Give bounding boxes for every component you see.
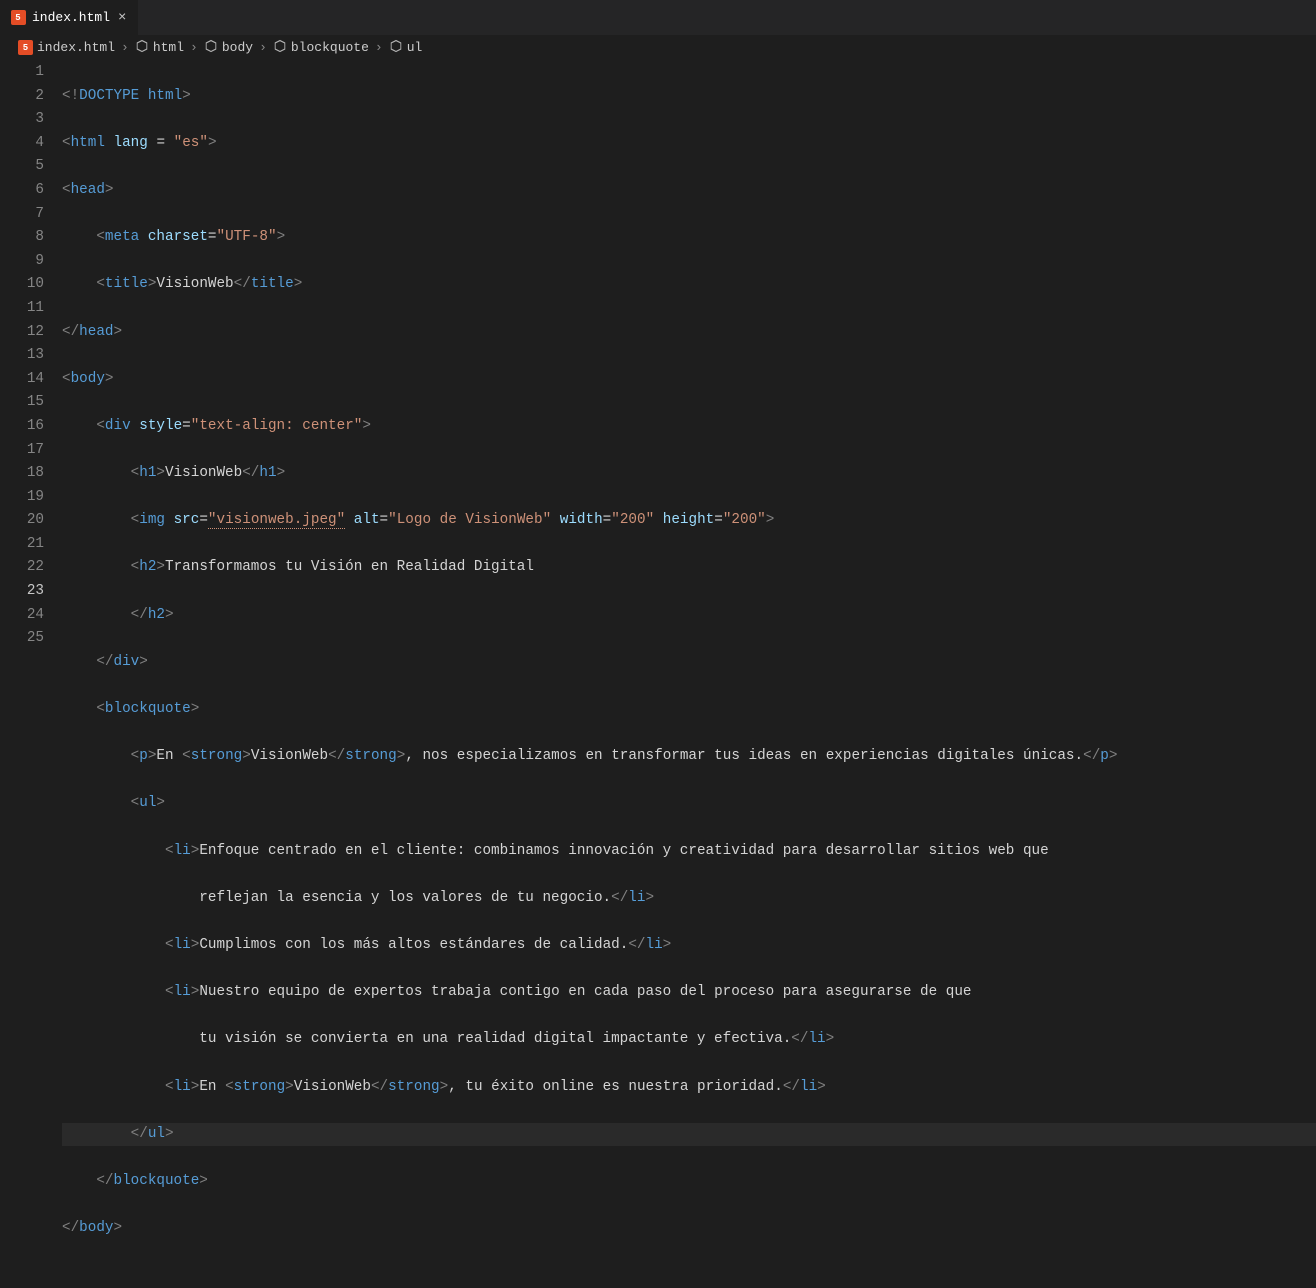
code-line: </div> [62, 651, 1316, 675]
breadcrumb-file[interactable]: 5 index.html [18, 40, 115, 55]
code-line: <div style="text-align: center"> [62, 415, 1316, 439]
code-line-active: </ul> [62, 1123, 1316, 1147]
tab-filename: index.html [32, 10, 110, 25]
cube-icon [135, 39, 149, 57]
line-number: 7 [0, 203, 44, 227]
chevron-right-icon: › [257, 40, 269, 55]
code-line: <!DOCTYPE html> [62, 85, 1316, 109]
breadcrumb-ul[interactable]: ul [389, 39, 423, 57]
code-line: <p>En <strong>VisionWeb</strong>, nos es… [62, 745, 1316, 769]
code-line: </blockquote> [62, 1170, 1316, 1194]
line-number: 21 [0, 533, 44, 557]
line-number: 16 [0, 415, 44, 439]
chevron-right-icon: › [373, 40, 385, 55]
editor-tab[interactable]: 5 index.html × [0, 0, 139, 35]
code-line: </h2> [62, 604, 1316, 628]
line-number: 5 [0, 155, 44, 179]
code-line: <html lang = "es"> [62, 132, 1316, 156]
code-line: <h2>Transformamos tu Visión en Realidad … [62, 556, 1316, 580]
code-line: </head> [62, 321, 1316, 345]
breadcrumbs[interactable]: 5 index.html › html › body › blockquote … [0, 35, 1316, 61]
line-number: 8 [0, 226, 44, 250]
code-line: <ul> [62, 792, 1316, 816]
line-number: 14 [0, 368, 44, 392]
line-number: 23 [0, 580, 44, 604]
code-line: <blockquote> [62, 698, 1316, 722]
cube-icon [204, 39, 218, 57]
code-line: <img src="visionweb.jpeg" alt="Logo de V… [62, 509, 1316, 533]
html5-icon: 5 [18, 40, 33, 55]
close-icon[interactable]: × [116, 10, 128, 26]
line-number: 9 [0, 250, 44, 274]
line-number: 12 [0, 321, 44, 345]
code-editor[interactable]: 1234567891011121314151617181920212223242… [0, 61, 1316, 1288]
breadcrumb-label: blockquote [291, 40, 369, 55]
chevron-right-icon: › [119, 40, 131, 55]
breadcrumb-label: index.html [37, 40, 115, 55]
line-number: 13 [0, 344, 44, 368]
code-line: tu visión se convierta en una realidad d… [62, 1028, 1316, 1052]
line-number: 20 [0, 509, 44, 533]
code-line: <li>Nuestro equipo de expertos trabaja c… [62, 981, 1316, 1005]
tab-bar: 5 index.html × [0, 0, 1316, 35]
line-number: 15 [0, 391, 44, 415]
line-number: 24 [0, 604, 44, 628]
code-line: reflejan la esencia y los valores de tu … [62, 887, 1316, 911]
line-number: 11 [0, 297, 44, 321]
code-line: <body> [62, 368, 1316, 392]
breadcrumb-label: ul [407, 40, 423, 55]
code-line: <li>En <strong>VisionWeb</strong>, tu éx… [62, 1076, 1316, 1100]
cube-icon [389, 39, 403, 57]
breadcrumb-label: html [153, 40, 184, 55]
line-number: 10 [0, 273, 44, 297]
code-line: <title>VisionWeb</title> [62, 273, 1316, 297]
line-gutter: 1234567891011121314151617181920212223242… [0, 61, 62, 1288]
code-line: <h1>VisionWeb</h1> [62, 462, 1316, 486]
line-number: 1 [0, 61, 44, 85]
breadcrumb-html[interactable]: html [135, 39, 184, 57]
code-line: </body> [62, 1217, 1316, 1241]
line-number: 19 [0, 486, 44, 510]
breadcrumb-label: body [222, 40, 253, 55]
code-line: <li>Cumplimos con los más altos estándar… [62, 934, 1316, 958]
code-line: <li>Enfoque centrado en el cliente: comb… [62, 840, 1316, 864]
code-line: <head> [62, 179, 1316, 203]
line-number: 18 [0, 462, 44, 486]
line-number: 4 [0, 132, 44, 156]
line-number: 17 [0, 439, 44, 463]
line-number: 22 [0, 556, 44, 580]
cube-icon [273, 39, 287, 57]
line-number: 25 [0, 627, 44, 651]
line-number: 3 [0, 108, 44, 132]
line-number: 2 [0, 85, 44, 109]
breadcrumb-body[interactable]: body [204, 39, 253, 57]
breadcrumb-blockquote[interactable]: blockquote [273, 39, 369, 57]
chevron-right-icon: › [188, 40, 200, 55]
html5-icon: 5 [10, 10, 26, 26]
line-number: 6 [0, 179, 44, 203]
code-line: <meta charset="UTF-8"> [62, 226, 1316, 250]
code-area[interactable]: <!DOCTYPE html> <html lang = "es"> <head… [62, 61, 1316, 1288]
